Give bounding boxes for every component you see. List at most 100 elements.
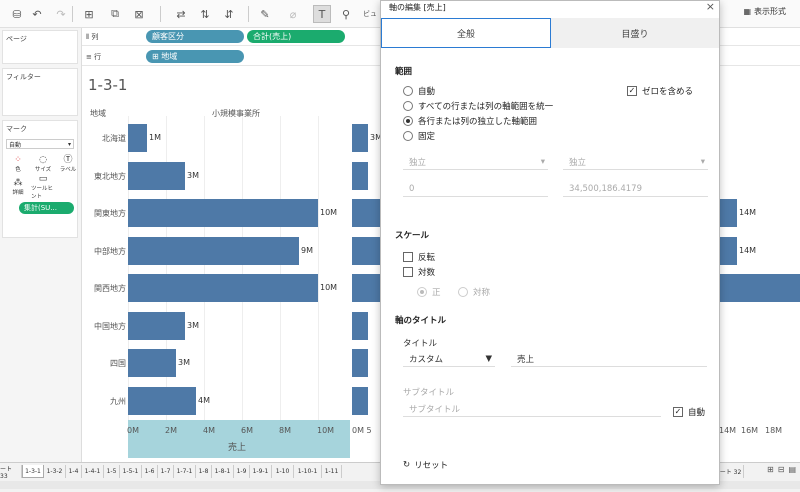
- range-auto-radio[interactable]: 自動: [403, 85, 435, 97]
- bar[interactable]: [128, 199, 318, 227]
- sheet-tab[interactable]: 1-8-1: [212, 465, 234, 478]
- sheet-tab[interactable]: ート 32: [718, 465, 744, 478]
- region-label[interactable]: 関東地方: [82, 208, 126, 219]
- x-tick-right: 14M: [719, 426, 737, 435]
- range-end-dropdown[interactable]: 独立 ▾: [563, 154, 708, 170]
- sheet-tab[interactable]: 1-5: [104, 465, 120, 478]
- sheet-tab[interactable]: 1-8: [196, 465, 212, 478]
- clear-icon[interactable]: ⊠: [130, 5, 148, 23]
- column-pill-segment[interactable]: 顧客区分: [146, 30, 244, 43]
- sheet-tab[interactable]: 1-7-1: [174, 465, 196, 478]
- region-label[interactable]: 九州: [82, 396, 126, 407]
- region-label[interactable]: 四国: [82, 358, 126, 369]
- bar[interactable]: [128, 161, 185, 190]
- reset-button[interactable]: ↻ リセット: [403, 459, 448, 471]
- row-pill-region[interactable]: ⊞ 地域: [146, 50, 244, 63]
- range-uniform-radio[interactable]: すべての行または列の軸範囲を統一: [403, 100, 553, 112]
- region-label[interactable]: 中部地方: [82, 246, 126, 257]
- sheet-tab[interactable]: 1-3-2: [44, 465, 66, 478]
- redo-icon[interactable]: ↷: [52, 5, 70, 23]
- swap-icon[interactable]: ⇄: [172, 5, 190, 23]
- bar[interactable]: [128, 311, 185, 340]
- range-end-field[interactable]: 34,500,186.4179: [563, 181, 708, 197]
- range-start-dropdown[interactable]: 独立 ▾: [403, 154, 548, 170]
- log-positive-radio[interactable]: 正: [417, 286, 441, 298]
- bar[interactable]: [128, 274, 318, 302]
- sheet-tab[interactable]: 1-9: [234, 465, 250, 478]
- sheet-tab[interactable]: ート 33: [0, 465, 22, 480]
- axis-title-section-title: 軸のタイトル: [395, 316, 447, 326]
- tab-general[interactable]: 全般: [381, 18, 551, 48]
- range-independent-radio[interactable]: 各行または列の独立した軸範囲: [403, 115, 537, 127]
- bar[interactable]: [128, 124, 147, 152]
- marks-type-select[interactable]: 自動 ▾: [6, 139, 74, 149]
- sheet-tab[interactable]: 1-4-1: [82, 465, 104, 478]
- sheet-tab[interactable]: 1-4: [66, 465, 82, 478]
- undo-icon[interactable]: ↶: [28, 5, 46, 23]
- region-label[interactable]: 北海道: [82, 133, 126, 144]
- title-input[interactable]: 売上: [511, 351, 707, 367]
- bar[interactable]: [352, 386, 368, 415]
- show-me-button[interactable]: ▦ 表示形式: [743, 6, 786, 17]
- tab-tick-marks[interactable]: 目盛り: [551, 18, 719, 48]
- region-label[interactable]: 東北地方: [82, 171, 126, 182]
- include-zero-checkbox[interactable]: ✓ ゼロを含める: [627, 85, 693, 97]
- sheet-tab[interactable]: 1-6: [142, 465, 158, 478]
- new-sheet-icon[interactable]: ⊞: [80, 5, 98, 23]
- subtitle-input[interactable]: サブタイトル: [403, 401, 661, 417]
- sort-desc-icon[interactable]: ⇵: [220, 5, 238, 23]
- region-label[interactable]: 中国地方: [82, 321, 126, 332]
- sheet-tab[interactable]: 1-5-1: [120, 465, 142, 478]
- close-icon[interactable]: ×: [706, 0, 715, 13]
- sheet-tab[interactable]: 1-9-1: [250, 465, 272, 478]
- bar-value-label: 1M: [149, 133, 161, 142]
- bar-value-label: 14M: [739, 208, 757, 217]
- bar[interactable]: [128, 236, 299, 265]
- bar[interactable]: [352, 161, 368, 190]
- bar-value-label: 4M: [198, 395, 210, 405]
- bar[interactable]: [352, 124, 368, 152]
- new-story-icon[interactable]: ▤: [788, 465, 796, 474]
- marks-card: マーク 自動 ▾ ⁘ 色 ◌ サイズ Ⓣ ラベル ⁂ 詳細 ▭ ツールヒント 集計(SU.…: [2, 120, 78, 238]
- sum-sales-pill[interactable]: 集計(SU...: [19, 202, 74, 214]
- dialog-title: 軸の編集 [売上]: [389, 3, 446, 12]
- logarithmic-checkbox[interactable]: 対数: [403, 266, 435, 278]
- datasource-icon[interactable]: ⛁: [8, 5, 26, 23]
- size-button[interactable]: ◌ サイズ: [31, 153, 55, 175]
- log-symmetric-radio[interactable]: 対称: [458, 286, 490, 298]
- bar[interactable]: [128, 349, 176, 377]
- sheet-tab[interactable]: 1-11: [322, 465, 342, 478]
- sheet-tab[interactable]: 1-7: [158, 465, 174, 478]
- column-pill-sales[interactable]: 合計(売上): [247, 30, 345, 43]
- pin-icon[interactable]: ⚲: [337, 5, 355, 23]
- color-button[interactable]: ⁘ 色: [6, 153, 30, 175]
- x-tick-right: 16M: [741, 426, 759, 435]
- region-label[interactable]: 関西地方: [82, 283, 126, 294]
- sort-asc-icon[interactable]: ⇅: [196, 5, 214, 23]
- reversed-checkbox[interactable]: 反転: [403, 251, 435, 263]
- tooltip-icon: ▭: [38, 174, 48, 184]
- view-partial[interactable]: ビュ: [362, 5, 378, 23]
- bar[interactable]: [352, 349, 368, 377]
- sheet-tab[interactable]: 1-3-1: [22, 465, 44, 478]
- range-fixed-radio[interactable]: 固定: [403, 130, 435, 142]
- show-labels-icon[interactable]: T: [313, 5, 331, 23]
- range-start-field[interactable]: 0: [403, 181, 548, 197]
- duplicate-icon[interactable]: ⧉: [106, 5, 124, 23]
- subtitle-auto-checkbox[interactable]: ✓ 自動: [673, 406, 705, 418]
- tooltip-button[interactable]: ▭ ツールヒント: [31, 174, 55, 200]
- new-sheet-icon[interactable]: ⊞: [767, 465, 774, 474]
- label-button[interactable]: Ⓣ ラベル: [56, 153, 80, 175]
- bar[interactable]: [352, 311, 368, 340]
- sheet-tab[interactable]: 1-10-1: [294, 465, 322, 478]
- title-mode-dropdown[interactable]: カスタム ▼: [403, 351, 495, 367]
- x-axis-title: 売上: [228, 443, 247, 453]
- highlight-icon[interactable]: ✎: [256, 5, 274, 23]
- group-icon[interactable]: ⌀: [284, 5, 302, 23]
- new-dashboard-icon[interactable]: ⊟: [778, 465, 785, 474]
- pages-card[interactable]: ページ: [2, 30, 78, 64]
- bar[interactable]: [128, 386, 196, 415]
- filters-card[interactable]: フィルター: [2, 68, 78, 116]
- sheet-tab[interactable]: 1-10: [272, 465, 294, 478]
- detail-button[interactable]: ⁂ 詳細: [6, 176, 30, 198]
